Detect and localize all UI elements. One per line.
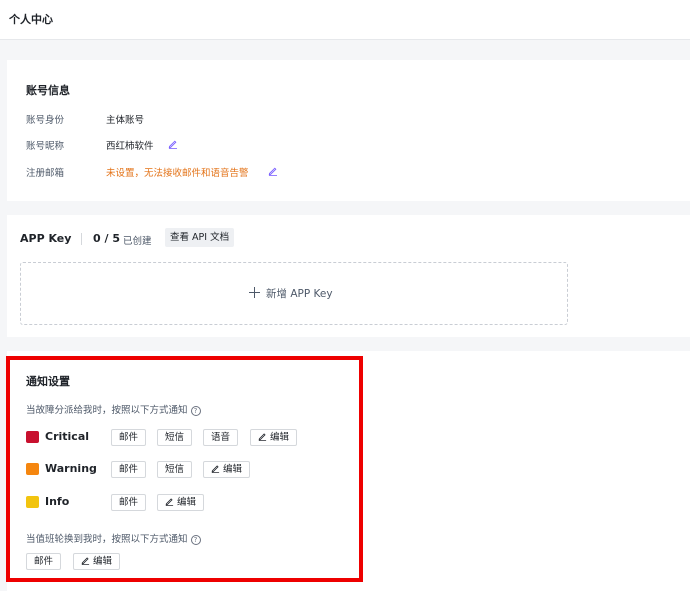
account-email-value: 未设置，无法接收邮件和语音告警 [106, 168, 249, 179]
edit-nickname-icon[interactable] [168, 139, 178, 149]
edit-icon [258, 432, 267, 441]
plus-icon [249, 287, 260, 298]
critical-label: Critical [45, 430, 90, 443]
app-key-count: 0 / 5 [93, 232, 120, 245]
warning-channel-email[interactable]: 邮件 [111, 461, 147, 478]
shift-hint-text: 当值班轮换到我时，按照以下方式通知 [26, 534, 188, 545]
info-edit-label: 编辑 [177, 497, 197, 508]
shift-edit-label: 编辑 [93, 556, 113, 567]
warning-color-swatch [26, 463, 39, 475]
notify-section-title: 通知设置 [26, 375, 70, 388]
top-bar: 个人中心 [0, 0, 690, 40]
account-identity-value: 主体账号 [106, 115, 145, 126]
info-label: Info [45, 495, 70, 508]
add-app-key-label: 新增 APP Key [266, 288, 333, 300]
warning-label: Warning [45, 462, 97, 475]
warning-edit-label: 编辑 [223, 464, 243, 475]
app-key-created-label: 已创建 [123, 236, 152, 247]
account-nickname-label: 账号昵称 [26, 141, 65, 152]
critical-edit-button[interactable]: 编辑 [250, 429, 298, 446]
account-identity-label: 账号身份 [26, 115, 65, 126]
help-icon[interactable]: ? [190, 405, 201, 416]
assign-hint-text: 当故障分派给我时，按照以下方式通知 [26, 405, 188, 416]
critical-channel-voice[interactable]: 语音 [203, 429, 239, 446]
critical-color-swatch [26, 431, 39, 443]
critical-channel-sms[interactable]: 短信 [157, 429, 193, 446]
shift-edit-button[interactable]: 编辑 [73, 553, 121, 570]
app-key-card: APP Key 0 / 5 已创建 查看 API 文档 新增 APP Key [7, 215, 690, 337]
account-info-card: 账号信息 账号身份 主体账号 账号昵称 西红柿软件 注册邮箱 未设置，无法接收邮… [7, 60, 690, 201]
account-nickname-value: 西红柿软件 [106, 141, 154, 152]
warning-channel-sms[interactable]: 短信 [157, 461, 193, 478]
edit-email-icon[interactable] [268, 166, 278, 176]
notification-settings-card: 通知设置 当故障分派给我时，按照以下方式通知? Critical 邮件 短信 语… [7, 351, 690, 591]
assign-hint: 当故障分派给我时，按照以下方式通知? [26, 402, 201, 416]
app-key-title: APP Key [20, 232, 72, 245]
add-app-key-content: 新增 APP Key [249, 286, 333, 301]
shift-channel-email[interactable]: 邮件 [26, 553, 62, 570]
info-color-swatch [26, 496, 39, 508]
critical-channel-email[interactable]: 邮件 [111, 429, 147, 446]
view-api-docs-button[interactable]: 查看 API 文档 [165, 228, 235, 247]
account-email-label: 注册邮箱 [26, 168, 65, 179]
account-section-title: 账号信息 [26, 84, 70, 97]
warning-edit-button[interactable]: 编辑 [203, 461, 251, 478]
critical-edit-label: 编辑 [270, 432, 290, 443]
info-edit-button[interactable]: 编辑 [157, 494, 205, 511]
edit-icon [165, 497, 174, 506]
edit-icon [81, 556, 90, 565]
help-icon[interactable]: ? [190, 534, 201, 545]
page-title: 个人中心 [9, 13, 53, 26]
add-app-key-button[interactable]: 新增 APP Key [20, 262, 568, 325]
title-divider [81, 233, 82, 245]
shift-hint: 当值班轮换到我时，按照以下方式通知? [26, 531, 201, 545]
edit-icon [211, 464, 220, 473]
info-channel-email[interactable]: 邮件 [111, 494, 147, 511]
